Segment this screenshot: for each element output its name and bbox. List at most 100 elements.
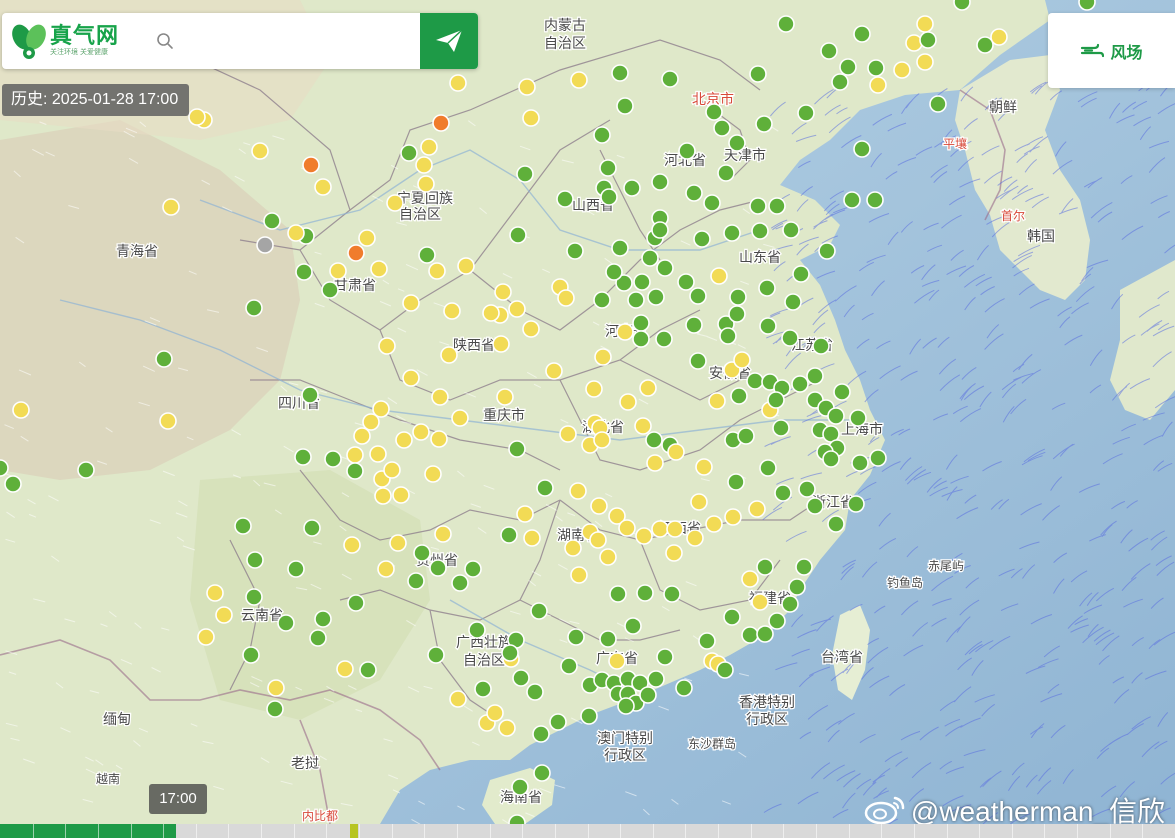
station-marker[interactable] (756, 625, 774, 643)
station-marker[interactable] (234, 517, 252, 535)
station-marker[interactable] (768, 197, 786, 215)
station-marker[interactable] (512, 669, 530, 687)
station-marker[interactable] (663, 585, 681, 603)
station-marker[interactable] (464, 560, 482, 578)
station-marker[interactable] (719, 327, 737, 345)
station-marker[interactable] (867, 59, 885, 77)
send-button[interactable] (420, 13, 478, 69)
station-marker[interactable] (428, 262, 446, 280)
timeline-bar[interactable] (0, 824, 1175, 838)
station-marker[interactable] (791, 375, 809, 393)
station-marker[interactable] (429, 559, 447, 577)
station-marker[interactable] (839, 58, 857, 76)
station-marker[interactable] (415, 156, 433, 174)
station-marker[interactable] (666, 520, 684, 538)
station-marker[interactable] (559, 425, 577, 443)
station-marker[interactable] (431, 388, 449, 406)
station-marker[interactable] (656, 648, 674, 666)
station-marker[interactable] (267, 679, 285, 697)
station-marker[interactable] (570, 71, 588, 89)
station-marker[interactable] (710, 267, 728, 285)
station-marker[interactable] (599, 159, 617, 177)
station-marker[interactable] (383, 461, 401, 479)
station-marker[interactable] (733, 351, 751, 369)
station-marker[interactable] (498, 719, 516, 737)
station-marker[interactable] (689, 287, 707, 305)
station-marker[interactable] (329, 262, 347, 280)
station-marker[interactable] (309, 629, 327, 647)
station-marker[interactable] (532, 725, 550, 743)
station-marker[interactable] (645, 431, 663, 449)
station-marker[interactable] (12, 401, 30, 419)
station-marker[interactable] (749, 65, 767, 83)
station-marker[interactable] (651, 173, 669, 191)
station-marker[interactable] (413, 544, 431, 562)
station-marker[interactable] (869, 76, 887, 94)
station-marker[interactable] (758, 279, 776, 297)
station-marker[interactable] (508, 300, 526, 318)
station-marker[interactable] (530, 602, 548, 620)
station-marker[interactable] (708, 392, 726, 410)
station-marker[interactable] (324, 450, 342, 468)
station-marker[interactable] (386, 194, 404, 212)
station-marker[interactable] (686, 529, 704, 547)
station-marker[interactable] (516, 165, 534, 183)
station-marker[interactable] (806, 497, 824, 515)
station-marker[interactable] (188, 108, 206, 126)
station-marker[interactable] (155, 350, 173, 368)
station-marker[interactable] (723, 608, 741, 626)
station-marker[interactable] (468, 621, 486, 639)
station-marker[interactable] (723, 224, 741, 242)
station-marker[interactable] (303, 519, 321, 537)
station-marker[interactable] (564, 539, 582, 557)
station-marker[interactable] (430, 430, 448, 448)
station-marker[interactable] (420, 138, 438, 156)
station-marker[interactable] (263, 212, 281, 230)
station-marker[interactable] (716, 661, 734, 679)
station-marker[interactable] (526, 683, 544, 701)
station-marker[interactable] (703, 194, 721, 212)
station-marker[interactable] (849, 409, 867, 427)
station-marker[interactable] (767, 391, 785, 409)
station-marker[interactable] (746, 372, 764, 390)
logo[interactable]: 真气网 关注环境 关爱健康 (2, 22, 142, 60)
station-marker[interactable] (358, 229, 376, 247)
station-marker[interactable] (511, 778, 529, 796)
station-marker[interactable] (818, 242, 836, 260)
station-marker[interactable] (516, 505, 534, 523)
station-marker[interactable] (656, 259, 674, 277)
station-marker[interactable] (609, 585, 627, 603)
station-marker[interactable] (162, 198, 180, 216)
station-marker[interactable] (400, 144, 418, 162)
station-marker[interactable] (451, 409, 469, 427)
station-marker[interactable] (730, 387, 748, 405)
station-marker[interactable] (589, 531, 607, 549)
station-marker[interactable] (772, 419, 790, 437)
station-marker[interactable] (600, 188, 618, 206)
station-marker[interactable] (705, 103, 723, 121)
station-marker[interactable] (500, 526, 518, 544)
station-marker[interactable] (929, 95, 947, 113)
station-marker[interactable] (641, 249, 659, 267)
station-marker[interactable] (418, 246, 436, 264)
station-marker[interactable] (347, 594, 365, 612)
search-input[interactable] (184, 25, 418, 57)
station-marker[interactable] (678, 142, 696, 160)
station-marker[interactable] (689, 352, 707, 370)
station-marker[interactable] (705, 515, 723, 533)
station-marker[interactable] (266, 700, 284, 718)
station-marker[interactable] (661, 70, 679, 88)
timeline-marker[interactable] (350, 824, 358, 838)
station-marker[interactable] (443, 302, 461, 320)
station-marker[interactable] (287, 224, 305, 242)
station-marker[interactable] (570, 566, 588, 584)
station-marker[interactable] (843, 191, 861, 209)
station-marker[interactable] (919, 31, 937, 49)
station-marker[interactable] (246, 551, 264, 569)
station-marker[interactable] (417, 175, 435, 193)
station-marker[interactable] (647, 288, 665, 306)
station-marker[interactable] (557, 289, 575, 307)
station-marker[interactable] (434, 525, 452, 543)
station-marker[interactable] (812, 337, 830, 355)
station-marker[interactable] (486, 704, 504, 722)
